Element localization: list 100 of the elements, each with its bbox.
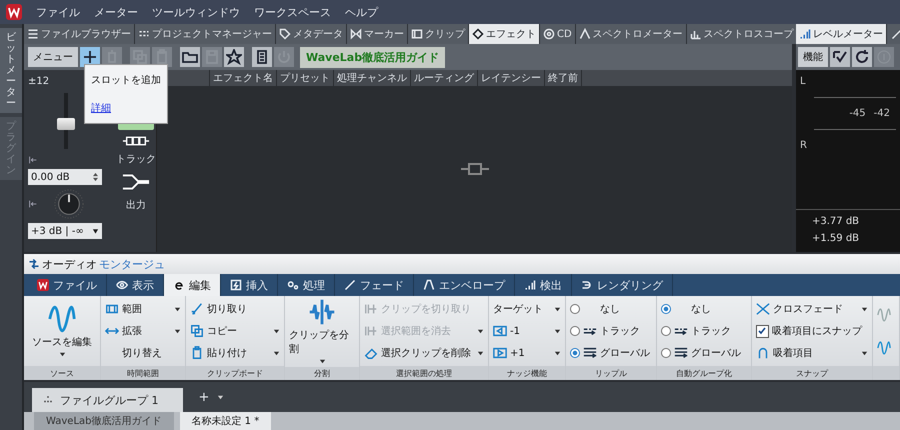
chain-icon [122, 135, 150, 147]
knife-icon [190, 302, 204, 316]
ribbon-button[interactable]: 吸着項目 [756, 345, 868, 361]
gain-field[interactable]: 0.00 dB [28, 169, 102, 185]
column-header[interactable]: レイテンシー [478, 70, 545, 86]
ribbon-button[interactable]: 切り替え [105, 345, 181, 361]
radio-button[interactable] [661, 304, 671, 314]
caret-icon [861, 350, 868, 356]
caret-icon [554, 306, 561, 312]
menu-item[interactable]: ファイル [36, 4, 80, 20]
radio-option[interactable]: グローバル [570, 345, 652, 361]
spinner-arrows-icon[interactable] [92, 172, 99, 182]
signal-bars-icon [524, 279, 536, 291]
scale-label: -45 [849, 108, 866, 119]
ribbon-button[interactable]: +1 [493, 345, 561, 361]
radio-button[interactable] [661, 326, 671, 336]
panel-tab[interactable]: プロジェクトマネージャー [135, 24, 276, 44]
panel-tab[interactable]: ファイルブラウザー [24, 24, 135, 44]
document-tab[interactable]: WaveLab徹底活用ガイド [34, 412, 174, 430]
ribbon-button[interactable]: ターゲット [493, 301, 561, 317]
ribbon-tab[interactable]: 編集 [164, 274, 221, 296]
wave-icon[interactable] [877, 340, 891, 354]
radio-button[interactable] [570, 304, 580, 314]
peak-reading: +3.77 dB [812, 216, 860, 227]
caret-icon[interactable] [217, 394, 224, 400]
caret-icon [174, 306, 181, 312]
gain-scale-label: ±12 [28, 76, 50, 87]
global-arrow-icon [674, 346, 688, 360]
document-button[interactable] [252, 47, 272, 67]
caret-icon [554, 350, 561, 356]
vertical-tab[interactable]: ビットメーター [0, 28, 22, 113]
app-logo-icon[interactable] [6, 4, 22, 20]
menu-item[interactable]: ヘルプ [345, 4, 378, 20]
star-button[interactable] [224, 47, 244, 67]
column-header[interactable]: プリセット [277, 70, 334, 86]
radio-button[interactable] [661, 348, 671, 358]
radio-option[interactable]: トラック [570, 323, 652, 339]
radio-button[interactable] [570, 348, 580, 358]
details-link[interactable]: 詳細 [91, 101, 111, 115]
eraser-icon [364, 346, 378, 360]
function-button[interactable]: 機能 [798, 47, 828, 67]
panel-tab[interactable]: CD [540, 24, 576, 44]
panel-tab[interactable]: スペクトロメーター [576, 24, 687, 44]
panel-tab[interactable]: マーカー [347, 24, 408, 44]
ribbon-button[interactable]: 拡張 [105, 323, 181, 339]
ribbon-button[interactable]: クロスフェード [756, 301, 868, 317]
panel-tab[interactable]: メタデータ [276, 24, 347, 44]
eye-icon [116, 279, 128, 291]
peak-reading: +1.59 dB [812, 233, 860, 244]
menu-item[interactable]: ツールウィンドウ [152, 4, 240, 20]
column-header[interactable]: エフェクト名 [210, 70, 277, 86]
ribbon-button[interactable]: 貼り付け [190, 345, 280, 361]
star-icon [226, 49, 242, 65]
panel-tab[interactable]: レベルメーター [796, 24, 887, 44]
folder-button[interactable] [180, 47, 200, 67]
reset-arrow-icon[interactable] [28, 155, 38, 165]
radio-option[interactable]: なし [570, 301, 652, 317]
diamond-icon [472, 28, 484, 40]
reset-arrow-icon[interactable] [28, 199, 38, 209]
list-icon [27, 28, 39, 40]
column-header[interactable]: ルーティング [411, 70, 478, 86]
panel-title: モンタージュ [99, 256, 165, 272]
ribbon-button[interactable]: 範囲 [105, 301, 181, 317]
group-label: クリップボード [186, 366, 284, 380]
wave-icon [48, 304, 76, 332]
check-button[interactable] [830, 47, 850, 67]
add-group-button[interactable]: + [192, 388, 216, 406]
radio-option[interactable]: なし [661, 301, 747, 317]
panel-tab[interactable]: クリップ [408, 24, 469, 44]
refresh-button[interactable] [852, 47, 872, 67]
menu-item[interactable]: ワークスペース [254, 4, 331, 20]
radio-option[interactable]: トラック [661, 323, 747, 339]
line-icon [344, 279, 356, 291]
split-wave-icon [308, 298, 336, 326]
panel-tab[interactable]: スペクトロスコープ [686, 24, 798, 44]
column-header[interactable]: 終了前 [545, 70, 582, 86]
ribbon-button[interactable]: ソースを編集 [28, 304, 96, 358]
file-group-tab[interactable]: ファイルグループ 1 [32, 388, 182, 412]
output-mode-dropdown[interactable]: +3 dB | -∞ [28, 223, 102, 239]
radio-button[interactable] [570, 326, 580, 336]
panel-tab[interactable]: エフェクト [469, 24, 540, 44]
bar-chart-icon [690, 28, 702, 40]
fader-thumb[interactable] [57, 118, 75, 130]
crossfade-icon [756, 302, 770, 316]
nudge-left-icon [493, 324, 507, 338]
render-icon [581, 279, 593, 291]
ribbon-button[interactable]: コピー [190, 323, 280, 339]
radio-option[interactable]: グローバル [661, 345, 747, 361]
document-tab[interactable]: 名称未設定 1 * [180, 412, 272, 430]
checkbox[interactable] [756, 324, 769, 338]
menu-item[interactable]: メーター [94, 4, 138, 20]
ribbon-button[interactable]: -1 [493, 323, 561, 339]
knob[interactable] [54, 189, 84, 219]
ribbon-button[interactable]: クリップを分割 [289, 298, 355, 365]
menu-button[interactable]: メニュー [28, 47, 78, 67]
checkbox-option[interactable]: 吸着項目にスナップ [756, 323, 868, 339]
channel-label: R [800, 140, 808, 151]
ribbon-button[interactable]: 切り取り [190, 301, 280, 317]
ribbon-button[interactable]: 選択クリップを削除 [364, 345, 484, 361]
column-header[interactable]: 処理チャンネル [334, 70, 411, 86]
